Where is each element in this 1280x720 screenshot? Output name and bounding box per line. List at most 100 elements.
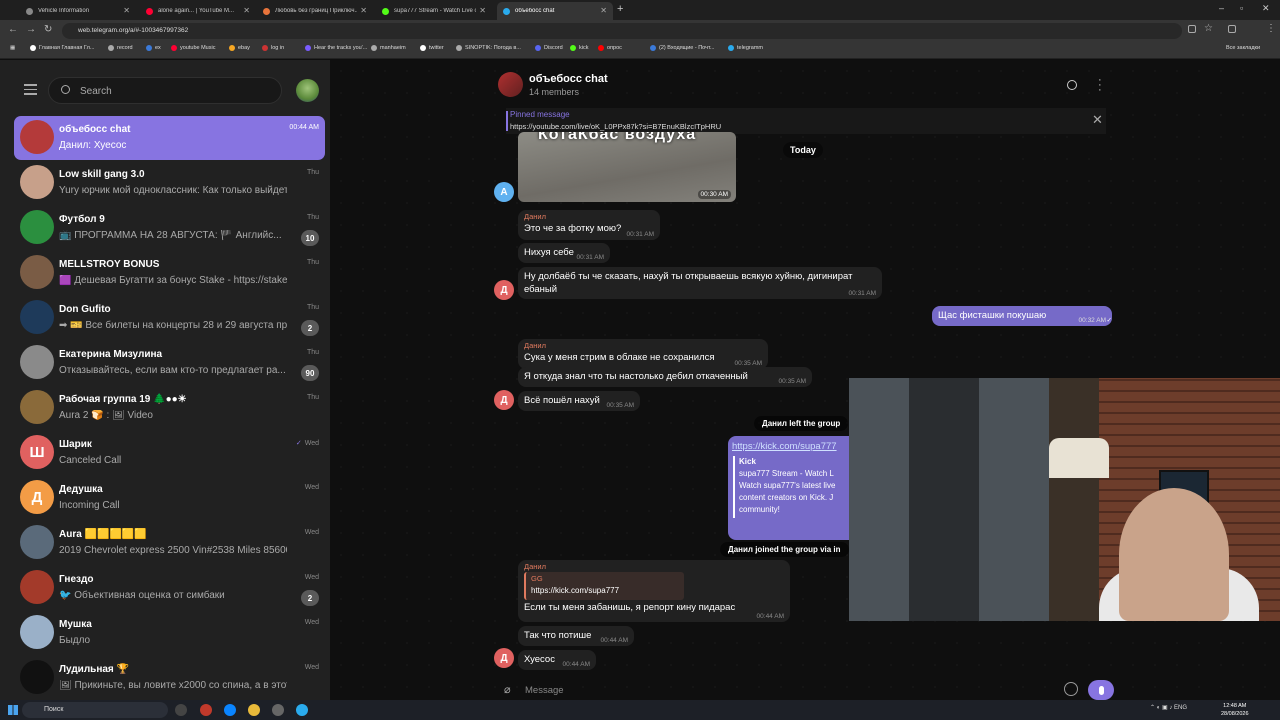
telegram-icon[interactable] <box>296 704 308 716</box>
bookmark-item[interactable]: Hear the tracks you'... <box>305 45 367 51</box>
chat-list-item[interactable]: Екатерина Мизулина Отказывайтесь, если ва… <box>14 341 325 385</box>
chat-list-item[interactable]: Don Gufito ➡ 🎫 Все билеты на концерты 28 … <box>14 296 325 340</box>
browser-tab[interactable]: Любовь без границ Приключ... ✕ <box>257 2 373 20</box>
restore-icon[interactable]: ▫ <box>1240 3 1243 13</box>
outgoing-message[interactable]: Щас фисташки покушаю 00:32 AM ✓ <box>932 306 1112 326</box>
chrome-icon[interactable] <box>248 704 260 716</box>
incoming-message[interactable]: Данил GG https://kick.com/supa777 Если ты м… <box>518 560 790 622</box>
bookmark-item[interactable]: kick <box>570 45 588 51</box>
incoming-message[interactable]: Данил Это че за фотку мою? 00:31 AM <box>518 210 660 240</box>
incoming-message[interactable]: Данил Сука у меня стрим в облаке не сохра… <box>518 339 768 369</box>
chat-list-item[interactable]: Д Дедушка Incoming Call Wed <box>14 476 325 520</box>
chat-list-item[interactable]: MELLSTROY BONUS 🟪 Дешевая Бугатти за бону… <box>14 251 325 295</box>
bookmark-favicon-icon <box>728 45 734 51</box>
chat-list-item[interactable]: Рабочая группа 19 🌲●●☀ Aura 2 🍞 : 🖼 Video… <box>14 386 325 430</box>
start-icon[interactable] <box>8 705 18 715</box>
bookmark-item[interactable]: youtube Music <box>171 45 215 51</box>
language-indicator[interactable]: ENG <box>1174 705 1187 711</box>
attach-icon[interactable]: ⌀ <box>504 683 511 696</box>
avatar[interactable]: Д <box>494 648 514 668</box>
link-preview-message[interactable]: https://kick.com/supa777 Kick supa777 St… <box>728 436 868 540</box>
incoming-message[interactable]: Ну долбаёб ты че сказать, нахуй ты откры… <box>518 267 882 299</box>
pinned-message[interactable]: Pinned message https://youtube.com/live/… <box>506 108 1106 134</box>
incoming-message[interactable]: Так что потише 00:44 AM <box>518 626 634 646</box>
search-input[interactable]: Search <box>48 77 282 104</box>
clock[interactable]: 12:48 AM 28/08/2026 <box>1221 702 1249 718</box>
tab-close-icon[interactable]: ✕ <box>123 6 130 15</box>
bookmark-item[interactable]: manhaeim <box>371 45 406 51</box>
more-options-icon[interactable]: · · · <box>1098 75 1102 96</box>
webcam-overlay <box>849 378 1280 621</box>
chat-search-icon[interactable] <box>1067 80 1077 90</box>
incoming-message[interactable]: Нихуя себе 00:31 AM <box>518 243 610 263</box>
avatar[interactable]: A <box>494 182 514 202</box>
avatar[interactable]: Д <box>494 390 514 410</box>
reply-quote[interactable]: GG https://kick.com/supa777 <box>524 572 684 600</box>
chat-preview: Incoming Call <box>59 500 120 511</box>
close-window-icon[interactable]: ✕ <box>1262 3 1270 14</box>
bookmark-item[interactable]: SINOPTIK: Погода в... <box>456 45 521 51</box>
chat-list-item[interactable]: Гнездо 🐦 Объективная оценка от симбаки Wed… <box>14 566 325 610</box>
browser-tab[interactable]: supa777 Stream - Watch Live o... ✕ <box>376 2 492 20</box>
emoji-icon[interactable] <box>1064 682 1078 696</box>
bookmark-item[interactable]: record <box>108 45 133 51</box>
task-view-icon[interactable] <box>175 704 187 716</box>
browser-menu-icon[interactable]: ⋮ <box>1266 23 1276 34</box>
bookmark-label: SINOPTIK: Погода в... <box>465 45 521 51</box>
microphone-button[interactable] <box>1088 680 1114 700</box>
group-title[interactable]: объебосс chat <box>529 73 608 85</box>
avatar[interactable]: Д <box>494 280 514 300</box>
close-pinned-icon[interactable]: ✕ <box>1092 112 1103 128</box>
cast-icon[interactable] <box>1188 25 1196 33</box>
bookmark-item[interactable]: (2) Входящие - Почт... <box>650 45 714 51</box>
link-site: Kick <box>739 457 756 466</box>
message-link[interactable]: https://kick.com/supa777 <box>732 441 837 452</box>
bookmark-item[interactable]: telegramm <box>728 45 763 51</box>
edge-icon[interactable] <box>224 704 236 716</box>
forward-icon[interactable]: → <box>26 24 36 35</box>
url-field[interactable]: web.telegram.org/a/#-1003467997362 <box>62 23 1182 39</box>
bookmark-star-icon[interactable]: ☆ <box>1204 23 1213 34</box>
bookmark-item[interactable]: Главная Главная Гл... <box>30 45 94 51</box>
incoming-message[interactable]: Хуесос 00:44 AM <box>518 650 596 670</box>
minimize-icon[interactable]: – <box>1219 3 1224 13</box>
apps-icon[interactable]: ▦ <box>10 45 15 51</box>
reload-icon[interactable]: ↻ <box>44 24 52 35</box>
tab-close-icon[interactable]: ✕ <box>360 6 367 15</box>
chat-list-item[interactable]: Мушка Быдло Wed <box>14 611 325 655</box>
back-icon[interactable]: ← <box>8 24 18 35</box>
menu-icon[interactable] <box>24 84 37 98</box>
incoming-message[interactable]: Всё пошёл нахуй 00:35 AM <box>518 391 640 411</box>
bookmark-item[interactable]: опрос <box>598 45 622 51</box>
taskbar-search[interactable]: Поиск <box>22 702 168 718</box>
avatar[interactable] <box>296 79 319 102</box>
chat-header[interactable]: объебосс chat 14 members · · · <box>330 60 1280 108</box>
new-tab-button[interactable]: + <box>617 3 623 15</box>
chat-list-item[interactable]: Футбол 9 📺 ПРОГРАММА НА 28 АВГУСТА: 🏴 Анг… <box>14 206 325 250</box>
message-input[interactable]: Message <box>525 685 564 696</box>
photo-message[interactable]: КотаКбас воздуха 00:30 AM <box>518 132 736 202</box>
app-icon[interactable] <box>200 704 212 716</box>
extensions-icon[interactable] <box>1228 25 1236 33</box>
chat-list-item[interactable]: объебосс chat Данил: Хуесос 00:44 AM <box>14 116 325 160</box>
tab-close-icon[interactable]: ✕ <box>479 6 486 15</box>
browser-tab[interactable]: объебосс chat ✕ <box>497 2 613 20</box>
bookmark-item[interactable]: ex <box>146 45 161 51</box>
incoming-message[interactable]: Я откуда знал что ты настолько дебил отк… <box>518 367 812 387</box>
bookmark-item[interactable]: twitter <box>420 45 444 51</box>
settings-icon[interactable] <box>272 704 284 716</box>
chat-list-item[interactable]: Лудильная 🏆 🖼 Прикиньте, вы ловите х2000 … <box>14 656 325 700</box>
bookmark-item[interactable]: log in <box>262 45 284 51</box>
bookmark-item[interactable]: ebay <box>229 45 250 51</box>
tab-close-icon[interactable]: ✕ <box>243 6 250 15</box>
browser-tab[interactable]: alone again... | YouTube M... ✕ <box>140 2 256 20</box>
system-tray[interactable]: ⌃ ◐ ▣ ♪ ENG <box>1150 704 1187 711</box>
chat-list-item[interactable]: Low skill gang 3.0 Yury юрчик мой однокла… <box>14 161 325 205</box>
all-bookmarks[interactable]: Все закладки <box>1226 45 1260 51</box>
bookmark-item[interactable]: Discord <box>535 45 563 51</box>
chat-list-item[interactable]: Ш Шарик Canceled Call ✓ Wed <box>14 431 325 475</box>
tab-close-icon[interactable]: ✕ <box>600 6 607 15</box>
browser-tab[interactable]: Vehicle Information ✕ <box>20 2 136 20</box>
group-avatar[interactable] <box>498 72 523 97</box>
chat-list-item[interactable]: Aura 🟨🟨🟨🟨🟨 2019 Chevrolet express 2500 Vi… <box>14 521 325 565</box>
